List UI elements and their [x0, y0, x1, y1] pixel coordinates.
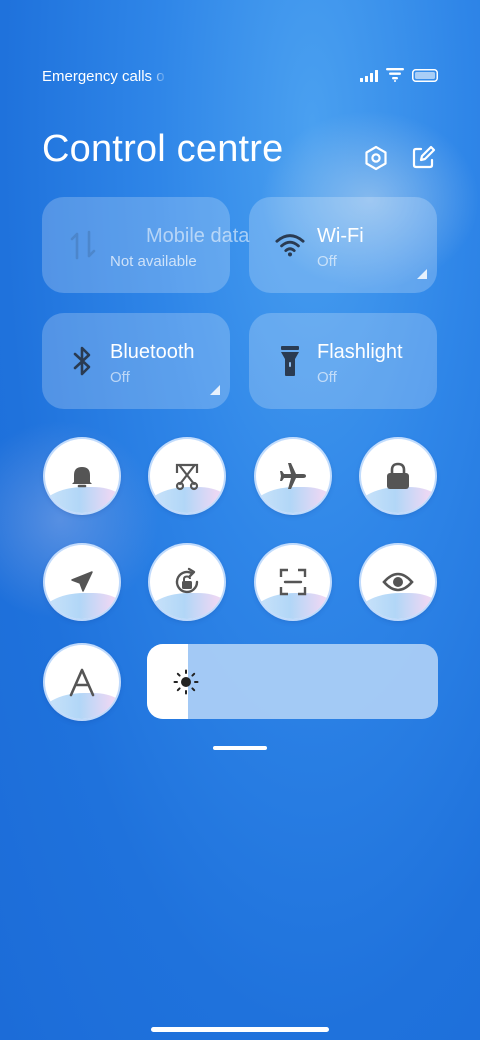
scan-icon	[256, 545, 330, 619]
rotation-lock-icon	[150, 545, 224, 619]
edit-icon	[410, 145, 436, 176]
flashlight-icon	[275, 343, 305, 379]
wifi-expand-icon[interactable]	[417, 269, 427, 279]
page-indicator	[213, 746, 267, 750]
scan-toggle[interactable]	[256, 545, 330, 619]
location-icon	[45, 545, 119, 619]
lock-icon	[361, 439, 435, 513]
lock-toggle[interactable]	[361, 439, 435, 513]
bluetooth-expand-icon[interactable]	[210, 385, 220, 395]
flashlight-label: Flashlight	[317, 341, 403, 363]
edit-button[interactable]	[409, 145, 437, 176]
font-toggle[interactable]	[45, 645, 119, 719]
flashlight-tile[interactable]: Flashlight Off	[249, 313, 437, 409]
bluetooth-status: Off	[110, 369, 130, 386]
mobile-data-tile[interactable]: Mobile data Not available	[42, 197, 249, 293]
home-indicator[interactable]	[151, 1027, 329, 1032]
bluetooth-label: Bluetooth	[110, 341, 195, 363]
eye-icon	[361, 545, 435, 619]
flashlight-status: Off	[317, 369, 337, 386]
screenshot-toggle[interactable]	[150, 439, 224, 513]
font-icon	[45, 645, 119, 719]
mobile-data-label: Mobile data	[146, 225, 250, 247]
status-text: Emergency calls o	[42, 68, 165, 85]
battery-icon	[412, 68, 438, 87]
bell-icon	[45, 439, 119, 513]
wifi-icon	[386, 68, 404, 87]
wifi-tile[interactable]: Wi-Fi Off	[249, 197, 437, 293]
mobile-data-icon	[68, 227, 98, 263]
brightness-icon	[173, 669, 199, 695]
reading-mode-toggle[interactable]	[361, 545, 435, 619]
mobile-data-status: Not available	[110, 253, 197, 270]
signal-icon	[360, 69, 378, 87]
airplane-icon	[256, 439, 330, 513]
bluetooth-tile[interactable]: Bluetooth Off	[42, 313, 230, 409]
sound-toggle[interactable]	[45, 439, 119, 513]
page-title: Control centre	[42, 128, 284, 170]
wifi-tile-icon	[275, 227, 305, 263]
location-toggle[interactable]	[45, 545, 119, 619]
settings-icon	[363, 145, 389, 176]
brightness-slider[interactable]	[147, 644, 438, 719]
status-bar: Emergency calls o	[42, 66, 438, 88]
bluetooth-icon	[68, 343, 98, 379]
rotation-lock-toggle[interactable]	[150, 545, 224, 619]
wifi-status: Off	[317, 253, 337, 270]
airplane-toggle[interactable]	[256, 439, 330, 513]
settings-button[interactable]	[362, 145, 390, 176]
status-icons	[360, 68, 438, 87]
wifi-label: Wi-Fi	[317, 225, 364, 247]
screenshot-icon	[150, 439, 224, 513]
